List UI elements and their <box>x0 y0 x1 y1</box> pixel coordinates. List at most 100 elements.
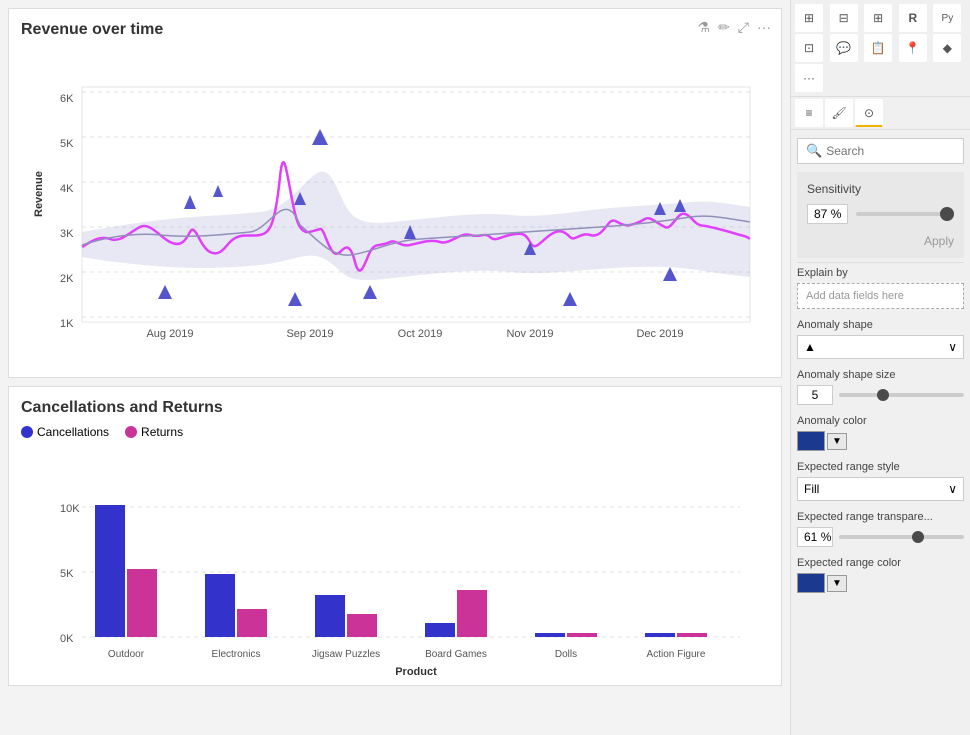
apply-button[interactable]: Apply <box>807 234 954 248</box>
expected-range-color-swatch[interactable] <box>797 573 825 593</box>
revenue-chart-svg: 1K 2K 3K 4K 5K 6K Revenue <box>21 47 769 342</box>
bar-electronics-returns <box>237 609 267 637</box>
expected-range-style-label: Expected range style <box>797 461 964 473</box>
explain-by-label: Explain by <box>797 267 964 279</box>
sensitivity-slider[interactable] <box>856 212 954 216</box>
x-cat-dolls: Dolls <box>555 649 577 660</box>
legend-cancellations-dot <box>21 426 33 438</box>
search-icon: 🔍 <box>806 143 822 159</box>
anomaly-size-label: Anomaly shape size <box>797 369 964 381</box>
expected-range-color-label: Expected range color <box>797 557 964 569</box>
x-cat-actionfig: Action Figure <box>647 649 706 660</box>
explain-by-section: Explain by Add data fields here <box>797 262 964 309</box>
expected-range-transparency-label: Expected range transpare... <box>797 511 964 523</box>
y-label-1k: 1K <box>60 318 74 330</box>
x-cat-boardgames: Board Games <box>425 649 487 660</box>
icon-more-1[interactable]: ··· <box>795 64 823 92</box>
sensitivity-section: Sensitivity 87 % Apply <box>797 172 964 258</box>
x-cat-outdoor: Outdoor <box>108 649 145 660</box>
anomaly-up-3 <box>363 285 377 299</box>
filter-icon[interactable]: ⚗ <box>698 19 711 36</box>
expected-range-transparency-slider[interactable] <box>839 535 964 539</box>
explain-by-dropzone[interactable]: Add data fields here <box>797 283 964 309</box>
expected-range-transparency-control: 61 % <box>797 527 964 547</box>
revenue-chart-title: Revenue over time <box>21 21 769 39</box>
edit-icon[interactable]: ✏ <box>718 19 730 36</box>
anomaly-size-input[interactable]: 5 <box>797 385 833 405</box>
search-box[interactable]: 🔍 <box>797 138 964 164</box>
icon-grid2[interactable]: ≡ <box>795 99 823 127</box>
bar-electronics-cancellations <box>205 574 235 637</box>
revenue-chart-container: Revenue over time ⚗ ✏ ⤢ ··· 1K 2K 3K 4K … <box>8 8 782 378</box>
chart-toolbar: ⚗ ✏ ⤢ ··· <box>698 19 772 36</box>
expected-range-band <box>82 172 750 280</box>
anomaly-size-section: Anomaly shape size 5 <box>797 369 964 405</box>
anomaly-marker-2 <box>184 195 196 209</box>
x-cat-jigsaw: Jigsaw Puzzles <box>312 649 380 660</box>
icon-table[interactable]: ⊟ <box>830 4 858 32</box>
x-label-sep: Sep 2019 <box>286 328 333 340</box>
anomaly-color-dropdown[interactable]: ▼ <box>827 433 847 450</box>
y-label-3k: 3K <box>60 228 74 240</box>
y-axis-title: Revenue <box>33 171 45 217</box>
icon-doc[interactable]: 📋 <box>864 34 892 62</box>
anomaly-size-control: 5 <box>797 385 964 405</box>
icon-matrix[interactable]: ⊞ <box>864 4 892 32</box>
anomaly-up-4 <box>563 292 577 306</box>
bar-x-title: Product <box>395 666 437 677</box>
anomaly-up-1 <box>158 285 172 299</box>
y-label-4k: 4K <box>60 183 74 195</box>
x-label-aug: Aug 2019 <box>146 328 193 340</box>
x-cat-electronics: Electronics <box>212 649 261 660</box>
anomaly-size-slider[interactable] <box>839 393 964 397</box>
bar-dolls-returns <box>567 633 597 637</box>
search-input[interactable] <box>826 144 970 158</box>
expected-range-style-section: Expected range style Fill ∨ <box>797 461 964 501</box>
icon-py[interactable]: Py <box>933 4 961 32</box>
anomaly-shape-dropdown[interactable]: ▲ ∨ <box>797 335 964 359</box>
anomaly-shape-label: Anomaly shape <box>797 319 964 331</box>
anomaly-color-label: Anomaly color <box>797 415 964 427</box>
icon-brush[interactable]: 🖌 <box>825 99 853 127</box>
y-label-5k: 5K <box>60 138 74 150</box>
icon-grid[interactable]: ⊞ <box>795 4 823 32</box>
more-icon[interactable]: ··· <box>757 19 771 36</box>
bar-jigsaw-cancellations <box>315 595 345 637</box>
bar-y-10k: 10K <box>60 503 80 515</box>
icon-kpi[interactable]: ⊡ <box>795 34 823 62</box>
anomaly-marker-3 <box>213 185 223 197</box>
bar-actionfig-returns <box>677 633 707 637</box>
legend-returns: Returns <box>125 425 183 439</box>
anomaly-color-swatch[interactable] <box>797 431 825 451</box>
expected-range-color-dropdown[interactable]: ▼ <box>827 575 847 592</box>
bar-jigsaw-returns <box>347 614 377 637</box>
x-label-nov: Nov 2019 <box>506 328 553 340</box>
icon-diamond[interactable]: ◆ <box>933 34 961 62</box>
bar-outdoor-returns <box>127 569 157 637</box>
legend-cancellations-label: Cancellations <box>37 425 109 439</box>
icon-r[interactable]: R <box>899 4 927 32</box>
bar-chart-container: Cancellations and Returns Cancellations … <box>8 386 782 686</box>
right-panel: ⊞ ⊟ ⊞ R Py ⊡ 💬 📋 📍 ◆ ··· ≡ 🖌 ⊙ 🔍 Sensiti… <box>790 0 970 735</box>
bar-actionfig-cancellations <box>645 633 675 637</box>
y-label-2k: 2K <box>60 273 74 285</box>
bar-outdoor-cancellations <box>95 505 125 637</box>
bar-y-0k: 0K <box>60 633 74 645</box>
expected-range-transparency-input[interactable]: 61 % <box>797 527 833 547</box>
chart-legend: Cancellations Returns <box>21 425 769 439</box>
legend-returns-label: Returns <box>141 425 183 439</box>
chevron-down-icon-2: ∨ <box>948 482 957 496</box>
expand-icon[interactable]: ⤢ <box>738 19 749 36</box>
anomaly-up-2 <box>288 292 302 306</box>
expected-range-style-dropdown[interactable]: Fill ∨ <box>797 477 964 501</box>
bar-boardgames-returns <box>457 590 487 637</box>
x-label-oct: Oct 2019 <box>398 328 443 340</box>
bar-chart-svg: 0K 5K 10K <box>21 447 769 677</box>
bar-boardgames-cancellations <box>425 623 455 637</box>
icon-analytics[interactable]: ⊙ <box>855 99 883 127</box>
icon-bubble[interactable]: 💬 <box>830 34 858 62</box>
icon-map[interactable]: 📍 <box>899 34 927 62</box>
expected-range-color-section: Expected range color ▼ <box>797 557 964 593</box>
sensitivity-value[interactable]: 87 % <box>807 204 848 224</box>
bar-chart-title: Cancellations and Returns <box>21 399 769 417</box>
